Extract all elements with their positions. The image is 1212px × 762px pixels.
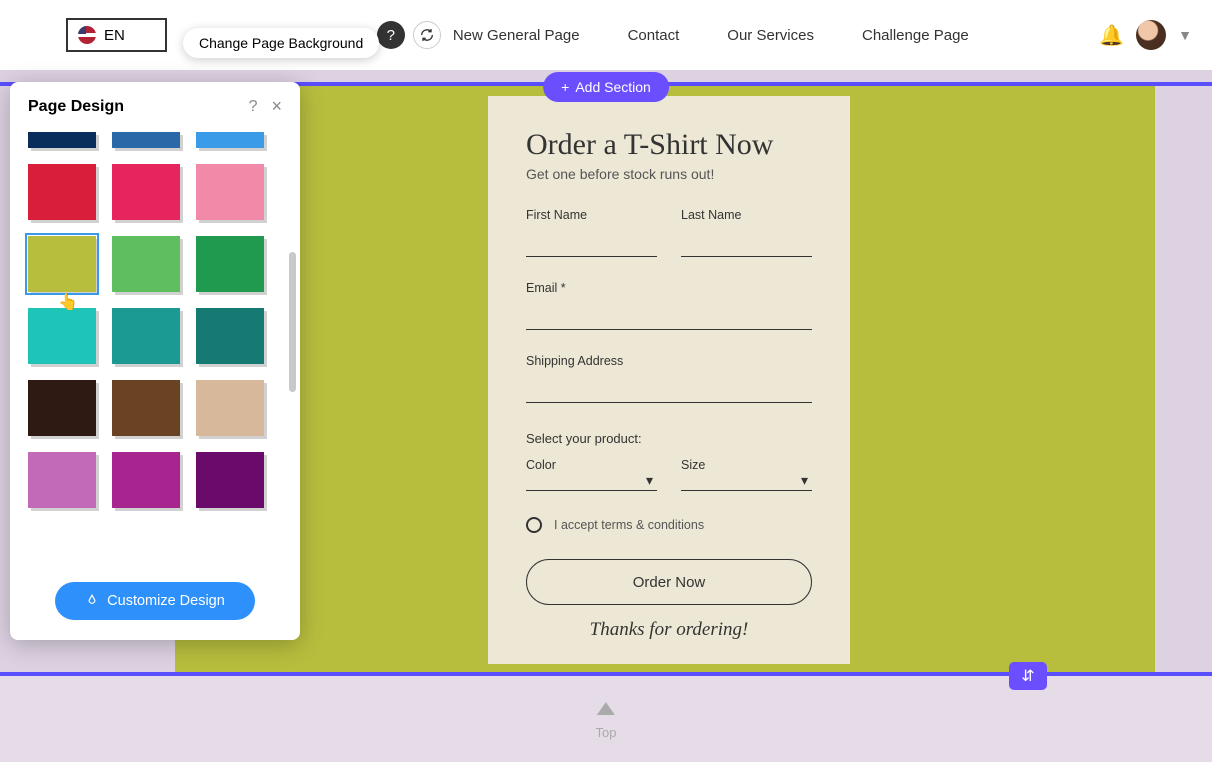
resize-handle[interactable]: ⇵ bbox=[1009, 662, 1047, 690]
language-selector[interactable]: EN bbox=[66, 18, 167, 52]
color-swatch[interactable] bbox=[28, 236, 96, 292]
color-swatch[interactable] bbox=[112, 380, 180, 436]
color-swatch[interactable] bbox=[196, 380, 264, 436]
first-name-field[interactable]: First Name bbox=[526, 208, 657, 257]
nav-item[interactable]: Challenge Page bbox=[862, 27, 969, 44]
panel-title: Page Design bbox=[28, 98, 124, 116]
color-swatch-grid bbox=[28, 132, 282, 516]
color-swatch[interactable] bbox=[112, 236, 180, 292]
product-label: Select your product: bbox=[526, 431, 812, 446]
nav-item[interactable]: Our Services bbox=[727, 27, 814, 44]
resize-icon: ⇵ bbox=[1021, 666, 1034, 686]
color-swatch[interactable] bbox=[28, 308, 96, 364]
paint-icon bbox=[85, 594, 99, 608]
bell-icon[interactable]: 🔔 bbox=[1099, 23, 1124, 48]
language-code: EN bbox=[104, 27, 125, 44]
nav-item[interactable]: Contact bbox=[628, 27, 680, 44]
last-name-field[interactable]: Last Name bbox=[681, 208, 812, 257]
color-swatch[interactable] bbox=[196, 452, 264, 508]
cycle-icon bbox=[419, 27, 435, 43]
top-header: EN ? New General Page Contact Our Servic… bbox=[0, 0, 1212, 70]
color-swatch[interactable] bbox=[196, 308, 264, 364]
color-swatch[interactable] bbox=[28, 132, 96, 148]
color-swatch[interactable] bbox=[196, 132, 264, 148]
size-select[interactable]: Size ▾ bbox=[681, 458, 812, 491]
refresh-button[interactable] bbox=[413, 21, 441, 49]
checkbox-icon bbox=[526, 517, 542, 533]
close-icon[interactable]: × bbox=[271, 96, 282, 117]
avatar[interactable] bbox=[1136, 20, 1166, 50]
header-right: 🔔 ▼ bbox=[1099, 20, 1192, 50]
color-swatch[interactable] bbox=[28, 380, 96, 436]
customize-design-button[interactable]: Customize Design bbox=[55, 582, 255, 620]
thanks-message: Thanks for ordering! bbox=[526, 619, 812, 641]
page-design-panel: Page Design ? × 👆 Customize Design bbox=[10, 82, 300, 640]
order-form: Order a T-Shirt Now Get one before stock… bbox=[488, 96, 850, 664]
help-button[interactable]: ? bbox=[377, 21, 405, 49]
order-button[interactable]: Order Now bbox=[526, 559, 812, 605]
top-label: Top bbox=[596, 725, 617, 740]
add-section-button[interactable]: + Add Section bbox=[543, 72, 669, 102]
form-title: Order a T-Shirt Now bbox=[526, 128, 812, 162]
terms-checkbox[interactable]: I accept terms & conditions bbox=[526, 517, 812, 533]
color-swatch[interactable] bbox=[112, 452, 180, 508]
panel-help-icon[interactable]: ? bbox=[249, 98, 258, 116]
color-swatch[interactable] bbox=[196, 164, 264, 220]
page-nav: New General Page Contact Our Services Ch… bbox=[453, 27, 969, 44]
color-swatch[interactable] bbox=[196, 236, 264, 292]
chevron-up-icon[interactable]: ▲ bbox=[591, 695, 621, 721]
chevron-down-icon[interactable]: ▼ bbox=[1178, 27, 1192, 43]
color-swatch[interactable] bbox=[28, 164, 96, 220]
address-field[interactable]: Shipping Address bbox=[526, 354, 812, 403]
plus-icon: + bbox=[561, 79, 569, 95]
scrollbar[interactable] bbox=[289, 252, 296, 392]
chevron-down-icon: ▾ bbox=[801, 472, 808, 489]
question-icon: ? bbox=[387, 27, 395, 44]
background-tooltip: Change Page Background bbox=[183, 28, 379, 58]
color-swatch[interactable] bbox=[112, 164, 180, 220]
chevron-down-icon: ▾ bbox=[646, 472, 653, 489]
color-swatch[interactable] bbox=[28, 452, 96, 508]
email-field[interactable]: Email * bbox=[526, 281, 812, 330]
form-subtitle: Get one before stock runs out! bbox=[526, 166, 812, 182]
color-swatch[interactable] bbox=[112, 308, 180, 364]
color-select[interactable]: Color ▾ bbox=[526, 458, 657, 491]
color-swatch[interactable] bbox=[112, 132, 180, 148]
flag-icon bbox=[78, 26, 96, 44]
nav-item[interactable]: New General Page bbox=[453, 27, 580, 44]
